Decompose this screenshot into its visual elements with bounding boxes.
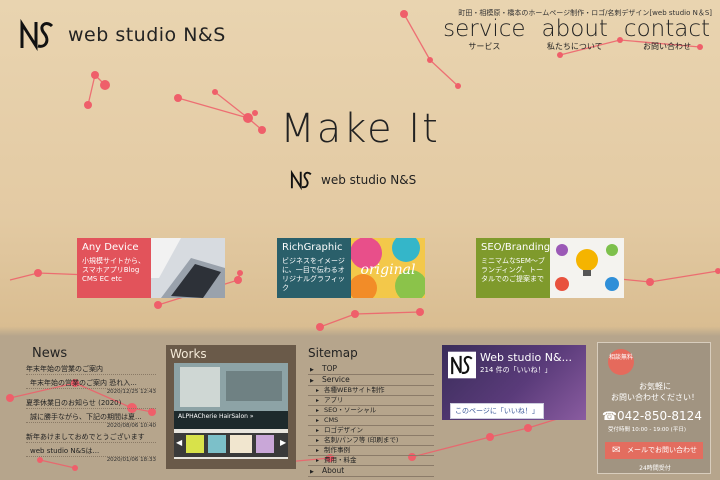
news-item[interactable]: 年末年始の営業のご案内 年末年始の営業のご案内 恐れ入... 2020/12/2… — [26, 364, 156, 395]
card-seo-branding-text: SEO/Branding ミニマムなSEM～ブランディング、トータルでのご提案ま… — [476, 238, 550, 298]
nav-about-en: about — [541, 16, 608, 42]
fb-like-count: 214 件の「いいね！」 — [480, 366, 552, 374]
card-any-device[interactable]: Any Device 小規模サイトから、スマホアプリBlog CMS EC et… — [77, 238, 225, 298]
sitemap-link-service[interactable]: Service — [308, 375, 434, 386]
news-title: News — [32, 346, 68, 361]
svg-text:original: original — [361, 262, 416, 278]
sitemap-link-works[interactable]: 制作事例 — [308, 446, 434, 456]
hero-sub-logo-text: web studio N&S — [321, 173, 417, 187]
sitemap-link-logo[interactable]: ロゴデザイン — [308, 426, 434, 436]
mail-contact-button[interactable]: ✉ メールでお問い合わせ — [605, 442, 703, 459]
hero-sub-logo: web studio N&S — [289, 168, 416, 192]
news-date: 2020/12/25 12:43 — [106, 389, 156, 395]
contact-message: お気軽に お問い合わせください！ — [611, 382, 699, 402]
sitemap-link-seo[interactable]: SEO・ソーシャル — [308, 406, 434, 416]
news-heading[interactable]: 夏季休業日のお知らせ (2020) — [26, 398, 156, 409]
news-excerpt[interactable]: web studio N&Sは... — [26, 446, 156, 457]
fb-page-avatar-icon — [448, 351, 476, 379]
works-section: Works ◀ ▶ ALPHACherie HairSalon » — [166, 345, 296, 469]
ns-logo-icon — [20, 18, 54, 52]
nav-service[interactable]: service サービス — [443, 18, 525, 51]
hero-title: Make It — [280, 106, 440, 152]
sitemap-link-app[interactable]: アプリ — [308, 396, 434, 406]
nav-contact-jp: お問い合わせ — [642, 42, 691, 51]
sitemap-section: Sitemap TOP Service 各種WEBサイト制作 アプリ SEO・ソ… — [308, 346, 434, 477]
nav-about-jp: 私たちについて — [546, 42, 603, 51]
laptop-photo-icon — [151, 238, 225, 298]
sitemap-link-price[interactable]: 費用・料金 — [308, 456, 434, 466]
works-caption[interactable]: ALPHACherie HairSalon » — [178, 413, 258, 420]
lightbulb-diagram-icon — [550, 238, 624, 298]
sitemap-link-print[interactable]: 名刺/パンフ等 (印刷まで) — [308, 436, 434, 446]
sitemap-title: Sitemap — [308, 346, 358, 360]
nav-about[interactable]: about 私たちについて — [542, 18, 608, 51]
nav-service-en: service — [443, 16, 526, 42]
works-slider[interactable]: ◀ ▶ ALPHACherie HairSalon » — [174, 363, 288, 459]
card-any-device-text: Any Device 小規模サイトから、スマホアプリBlog CMS EC et… — [77, 238, 151, 298]
card-seo-branding[interactable]: SEO/Branding ミニマムなSEM～ブランディング、トータルでのご提案ま… — [476, 238, 624, 298]
salon-photo-icon: ◀ ▶ — [174, 363, 288, 457]
news-excerpt[interactable]: 年末年始の営業のご案内 恐れ入... — [26, 378, 156, 389]
sitemap-link-web[interactable]: 各種WEBサイト制作 — [308, 386, 434, 396]
watercolor-original-icon: original — [351, 238, 425, 298]
news-heading[interactable]: 年末年始の営業のご案内 — [26, 364, 156, 375]
contact-tel[interactable]: ☎042-850-8124 — [602, 409, 702, 423]
news-date: 2020/01/06 18:33 — [106, 457, 156, 463]
sitemap-link-about[interactable]: About — [308, 466, 434, 477]
sitemap-link-top[interactable]: TOP — [308, 364, 434, 375]
mail-contact-label: メールでお問い合わせ — [627, 447, 697, 454]
contact-hours: 受付時間 10:00 - 19:00 (平日) — [608, 427, 686, 433]
news-date: 2020/08/06 10:40 — [106, 423, 156, 429]
svg-text:▶: ▶ — [280, 438, 287, 447]
news-heading[interactable]: 新年あけましておめでとうございます — [26, 432, 156, 443]
site-logo[interactable]: web studio N&S — [18, 16, 226, 54]
contact-box: 相談無料 お気軽に お問い合わせください！ ☎042-850-8124 受付時間… — [597, 342, 711, 474]
ns-logo-small-icon — [290, 169, 312, 191]
mail-icon: ✉ — [612, 445, 621, 456]
card-title: SEO/Branding — [481, 242, 551, 253]
card-title: Any Device — [82, 242, 139, 253]
svg-text:◀: ◀ — [176, 438, 183, 447]
card-rich-graphic[interactable]: RichGraphic ビジネスをイメージに、一目で伝わるオリジナルグラフィック… — [277, 238, 425, 298]
card-desc: 小規模サイトから、スマホアプリBlog CMS EC etc — [82, 257, 145, 283]
facebook-widget[interactable]: Web studio N&... 214 件の「いいね！」 このページに「いいね… — [442, 345, 586, 420]
news-excerpt[interactable]: 誠に勝手ながら、下記の期間は夏... — [26, 412, 156, 423]
contact-24h-note: 24時間受付 — [639, 465, 671, 472]
logo-text: web studio N&S — [68, 24, 226, 46]
sitemap-link-cms[interactable]: CMS — [308, 416, 434, 426]
card-rich-graphic-text: RichGraphic ビジネスをイメージに、一目で伝わるオリジナルグラフィック — [277, 238, 351, 298]
fb-like-button[interactable]: このページに「いいね！」 — [450, 403, 544, 419]
nav-service-jp: サービス — [468, 42, 501, 51]
free-consult-badge: 相談無料 — [608, 349, 634, 375]
news-section: News 年末年始の営業のご案内 年末年始の営業のご案内 恐れ入... 2020… — [26, 346, 156, 463]
card-title: RichGraphic — [282, 242, 343, 253]
works-title: Works — [170, 347, 207, 361]
global-nav: service サービス about 私たちについて contact お問い合わ… — [443, 18, 710, 51]
nav-contact-en: contact — [623, 16, 710, 42]
card-desc: ビジネスをイメージに、一目で伝わるオリジナルグラフィック — [282, 257, 345, 292]
news-item[interactable]: 新年あけましておめでとうございます web studio N&Sは... 202… — [26, 432, 156, 463]
card-desc: ミニマムなSEM～ブランディング、トータルでのご提案まで — [481, 257, 545, 283]
fb-page-title[interactable]: Web studio N&... — [480, 351, 572, 364]
news-item[interactable]: 夏季休業日のお知らせ (2020) 誠に勝手ながら、下記の期間は夏... 202… — [26, 398, 156, 429]
fb-like-label: このページに「いいね！」 — [455, 408, 539, 415]
nav-contact[interactable]: contact お問い合わせ — [624, 18, 710, 51]
